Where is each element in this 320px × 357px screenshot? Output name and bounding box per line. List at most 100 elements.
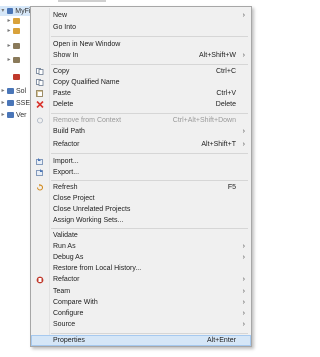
expand-arrow-icon: ▸ bbox=[7, 18, 11, 24]
menu-item-paste[interactable]: Paste Ctrl+V bbox=[32, 89, 250, 98]
library-icon bbox=[13, 43, 20, 49]
expand-arrow-icon[interactable]: ▸ bbox=[0, 111, 6, 119]
menu-item-label: Close Project bbox=[53, 195, 95, 202]
tree-item-child[interactable] bbox=[0, 72, 22, 82]
menu-item-go-into[interactable]: Go Into bbox=[32, 23, 250, 32]
submenu-arrow-icon: › bbox=[242, 12, 245, 19]
project-icon bbox=[7, 112, 14, 118]
expand-arrow-icon[interactable]: ▸ bbox=[0, 87, 6, 95]
menu-item-shortcut: F5 bbox=[227, 184, 236, 191]
leaf-icon bbox=[6, 73, 12, 81]
menu-item-new[interactable]: New › bbox=[32, 11, 250, 20]
menu-item-label: Import... bbox=[53, 158, 79, 165]
menu-item-remove-from-context: Remove from Context Ctrl+Alt+Shift+Down bbox=[32, 116, 250, 125]
menu-item-copy-qualified-name[interactable]: Copy Qualified Name bbox=[32, 78, 250, 87]
submenu-arrow-icon: › bbox=[242, 276, 245, 283]
expand-arrow-icon: ▸ bbox=[7, 28, 11, 34]
menu-item-refactor[interactable]: Refactor › bbox=[32, 275, 250, 284]
submenu-arrow-icon: › bbox=[242, 243, 245, 250]
refactor-icon bbox=[36, 276, 44, 283]
menu-item-label: Properties bbox=[53, 337, 85, 344]
submenu-arrow-icon: › bbox=[242, 141, 245, 148]
tree-item-project[interactable]: ▸ SSE bbox=[0, 98, 30, 108]
menu-item-compare-with[interactable]: Compare With › bbox=[32, 298, 250, 307]
menu-item-debug-as[interactable]: Debug As › bbox=[32, 253, 250, 262]
menu-item-shortcut: Alt+Shift+W bbox=[199, 52, 236, 59]
menu-item-validate[interactable]: Validate bbox=[32, 231, 250, 240]
menu-item-label: New bbox=[53, 12, 68, 19]
menu-item-shortcut: Ctrl+V bbox=[216, 90, 236, 97]
menu-item-restore-from-local-history[interactable]: Restore from Local History... bbox=[32, 264, 250, 273]
submenu-arrow-icon: › bbox=[242, 321, 245, 328]
remove-context-icon bbox=[36, 117, 44, 124]
menu-item-properties[interactable]: Properties Alt+Enter bbox=[31, 335, 251, 346]
menu-item-label: Run As bbox=[53, 243, 76, 250]
menu-item-shortcut: Alt+Shift+T bbox=[201, 141, 236, 148]
menu-item-label: Team bbox=[53, 288, 71, 295]
menu-item-label: Go Into bbox=[53, 24, 76, 31]
tree-item-child[interactable]: ▸ bbox=[0, 16, 22, 26]
submenu-arrow-icon: › bbox=[242, 288, 245, 295]
menu-item-import[interactable]: Import... bbox=[32, 157, 250, 166]
menu-item-assign-working-sets[interactable]: Assign Working Sets... bbox=[32, 216, 250, 225]
submenu-arrow-icon: › bbox=[242, 299, 245, 306]
expand-arrow-icon: ▸ bbox=[7, 57, 11, 63]
menu-item-close-project[interactable]: Close Project bbox=[32, 194, 250, 203]
tree-item-child[interactable]: ▸ bbox=[0, 55, 22, 65]
export-icon bbox=[36, 169, 44, 176]
menu-item-team[interactable]: Team › bbox=[32, 287, 250, 296]
menu-item-show-in[interactable]: Show In Alt+Shift+W › bbox=[32, 51, 250, 60]
tree-item-child[interactable]: ▸ bbox=[0, 41, 22, 51]
menu-item-label: Configure bbox=[53, 310, 84, 317]
tree-item-child[interactable]: ▸ bbox=[0, 26, 22, 36]
collapse-arrow-icon[interactable]: ▾ bbox=[0, 7, 6, 15]
expand-arrow-icon: ▸ bbox=[7, 43, 11, 49]
menu-item-label: Open in New Window bbox=[53, 41, 121, 48]
package-icon bbox=[13, 18, 20, 24]
menu-item-copy[interactable]: Copy Ctrl+C bbox=[32, 67, 250, 76]
menu-item-label: Delete bbox=[53, 101, 74, 108]
menu-item-shortcut: Ctrl+Alt+Shift+Down bbox=[172, 117, 236, 124]
project-icon bbox=[7, 88, 14, 94]
menu-item-label: Refactor bbox=[53, 141, 80, 148]
delete-icon bbox=[36, 101, 44, 108]
expand-arrow-icon[interactable]: ▸ bbox=[0, 99, 6, 107]
menu-item-refresh[interactable]: Refresh F5 bbox=[32, 183, 250, 192]
menu-item-refactor-source[interactable]: Refactor Alt+Shift+T › bbox=[32, 140, 250, 149]
menu-item-label: Refactor bbox=[53, 276, 80, 283]
menu-item-label: Paste bbox=[53, 90, 71, 97]
project-icon bbox=[7, 100, 14, 106]
menu-item-label: Validate bbox=[53, 232, 78, 239]
menu-item-build-path[interactable]: Build Path › bbox=[32, 127, 250, 136]
menu-separator bbox=[51, 64, 248, 65]
menu-item-delete[interactable]: Delete Delete bbox=[32, 100, 250, 109]
refresh-icon bbox=[36, 184, 44, 191]
menu-item-configure[interactable]: Configure › bbox=[32, 309, 250, 318]
tab-strip bbox=[58, 0, 106, 2]
menu-separator bbox=[51, 153, 248, 154]
menu-item-label: Source bbox=[53, 321, 76, 328]
menu-item-shortcut: Ctrl+C bbox=[215, 68, 236, 75]
menu-item-label: Compare With bbox=[53, 299, 98, 306]
tree-item-project[interactable]: ▸ Ver bbox=[0, 110, 27, 120]
menu-separator bbox=[51, 333, 248, 334]
menu-item-open-in-new-window[interactable]: Open in New Window bbox=[32, 40, 250, 49]
import-icon bbox=[36, 158, 44, 165]
copy-icon bbox=[36, 79, 44, 86]
menu-item-label: Show In bbox=[53, 52, 79, 59]
menu-separator bbox=[51, 36, 248, 37]
tree-item-label: Ver bbox=[16, 111, 27, 119]
menu-item-export[interactable]: Export... bbox=[32, 168, 250, 177]
menu-separator bbox=[51, 113, 248, 114]
menu-item-label: Copy Qualified Name bbox=[53, 79, 120, 86]
tree-item-label: SSE bbox=[16, 99, 31, 107]
tree-item-project[interactable]: ▸ Sol bbox=[0, 86, 26, 96]
menu-item-run-as[interactable]: Run As › bbox=[32, 242, 250, 251]
context-menu: New › Go Into Open in New Window Show In… bbox=[30, 6, 252, 347]
menu-item-close-unrelated-projects[interactable]: Close Unrelated Projects bbox=[32, 205, 250, 214]
menu-item-label: Refresh bbox=[53, 184, 78, 191]
menu-item-source[interactable]: Source › bbox=[32, 320, 250, 329]
menu-item-label: Assign Working Sets... bbox=[53, 217, 124, 224]
menu-item-shortcut: Delete bbox=[215, 101, 236, 108]
submenu-arrow-icon: › bbox=[242, 52, 245, 59]
